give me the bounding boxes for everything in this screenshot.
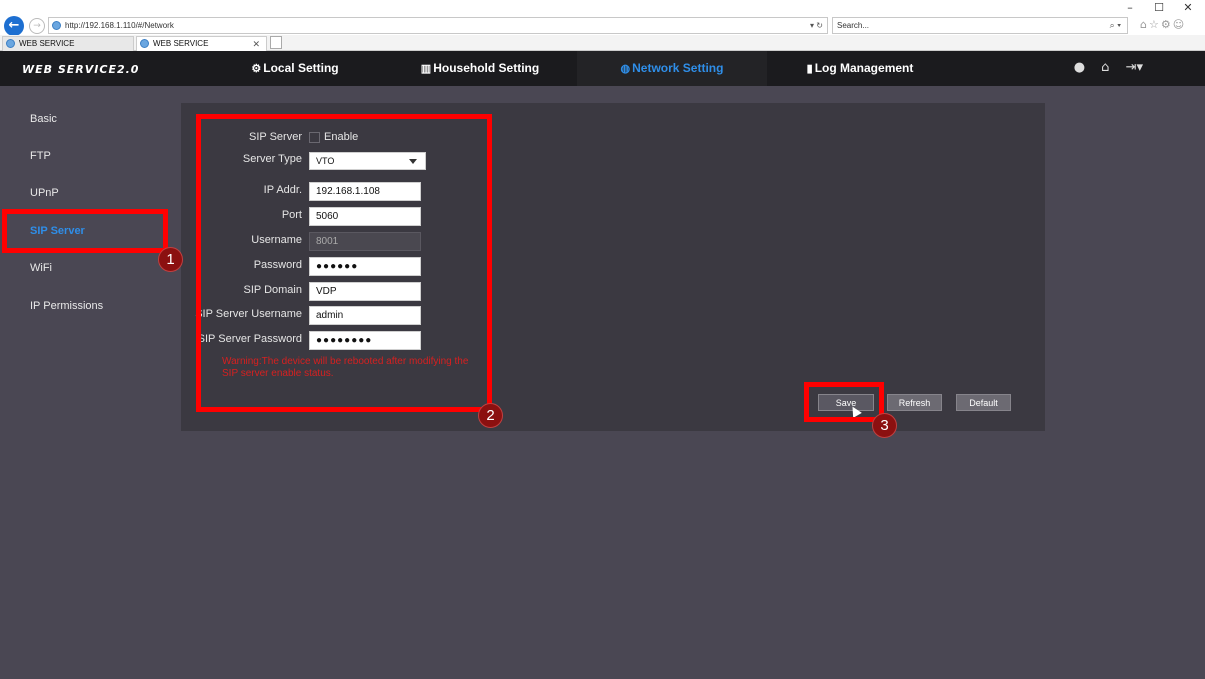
- home-icon[interactable]: ⌂: [1101, 60, 1109, 75]
- tab-label: WEB SERVICE: [153, 39, 209, 48]
- tab-bar: WEB SERVICE WEB SERVICE ✕: [0, 35, 1205, 51]
- url-text: http://192.168.1.110/#/Network: [65, 21, 174, 30]
- back-button[interactable]: ←: [4, 16, 24, 36]
- app-logo: WEB SERVICE2.0: [22, 63, 140, 76]
- refresh-button[interactable]: Refresh: [887, 394, 942, 411]
- sidebar-item-ip-permissions[interactable]: IP Permissions: [30, 300, 103, 312]
- menu-household-setting[interactable]: ▥ Household Setting: [390, 51, 570, 86]
- page-icon: [52, 21, 61, 30]
- search-input[interactable]: Search... ⌕ ▾: [832, 17, 1128, 34]
- close-window-button[interactable]: ✕: [1173, 0, 1203, 16]
- tab-icon: [140, 39, 149, 48]
- menu-label: Log Management: [814, 61, 914, 75]
- search-placeholder: Search...: [837, 21, 870, 30]
- browser-tab-1[interactable]: WEB SERVICE: [2, 36, 134, 51]
- globe-icon: ◍: [620, 63, 631, 75]
- step-badge-3: 3: [872, 413, 897, 438]
- minimize-button[interactable]: –: [1115, 0, 1145, 16]
- log-icon: ▮: [806, 63, 813, 75]
- default-button[interactable]: Default: [956, 394, 1011, 411]
- header-icons: ● ⌂ ⇥▾: [1062, 60, 1143, 75]
- building-icon: ▥: [420, 63, 432, 75]
- menu-local-setting[interactable]: ⚙ Local Setting: [205, 51, 385, 86]
- sidebar: Basic FTP UPnP SIP Server WiFi IP Permis…: [0, 86, 170, 679]
- new-tab-button[interactable]: [270, 36, 282, 49]
- search-icon[interactable]: ⌕ ▾: [1110, 18, 1121, 33]
- user-icon[interactable]: ●: [1074, 60, 1085, 75]
- gear-icon: ⚙: [251, 63, 262, 75]
- tab-label: WEB SERVICE: [19, 39, 75, 48]
- sidebar-item-wifi[interactable]: WiFi: [30, 262, 52, 274]
- tab-icon: [6, 39, 15, 48]
- sidebar-item-basic[interactable]: Basic: [30, 113, 57, 125]
- browser-toolbar-icons[interactable]: ⌂☆⚙☺: [1140, 18, 1186, 31]
- app-header: WEB SERVICE2.0 ⚙ Local Setting ▥ Household…: [0, 51, 1205, 86]
- close-tab-icon[interactable]: ✕: [252, 37, 260, 51]
- menu-label: Local Setting: [263, 61, 339, 75]
- highlight-sip-server-menu: [2, 209, 168, 253]
- menu-label: Household Setting: [433, 61, 540, 75]
- step-badge-1: 1: [158, 247, 183, 272]
- step-badge-2: 2: [478, 403, 503, 428]
- url-input[interactable]: http://192.168.1.110/#/Network ▾ ↻: [48, 17, 828, 34]
- sidebar-item-ftp[interactable]: FTP: [30, 150, 51, 162]
- menu-label: Network Setting: [632, 61, 724, 75]
- sidebar-item-upnp[interactable]: UPnP: [30, 187, 59, 199]
- address-bar-row: ← → http://192.168.1.110/#/Network ▾ ↻ S…: [0, 16, 1205, 36]
- highlight-save-button: [804, 382, 884, 422]
- window-title-bar: – ☐ ✕: [0, 0, 1205, 16]
- browser-tab-2[interactable]: WEB SERVICE ✕: [136, 36, 267, 51]
- forward-button[interactable]: →: [29, 18, 45, 34]
- maximize-button[interactable]: ☐: [1144, 0, 1174, 16]
- highlight-sip-form: [196, 114, 492, 412]
- logout-icon[interactable]: ⇥▾: [1126, 60, 1143, 75]
- url-dropdown-refresh-icon[interactable]: ▾ ↻: [810, 18, 823, 33]
- menu-log-management[interactable]: ▮ Log Management: [770, 51, 950, 86]
- menu-network-setting[interactable]: ◍ Network Setting: [577, 51, 767, 86]
